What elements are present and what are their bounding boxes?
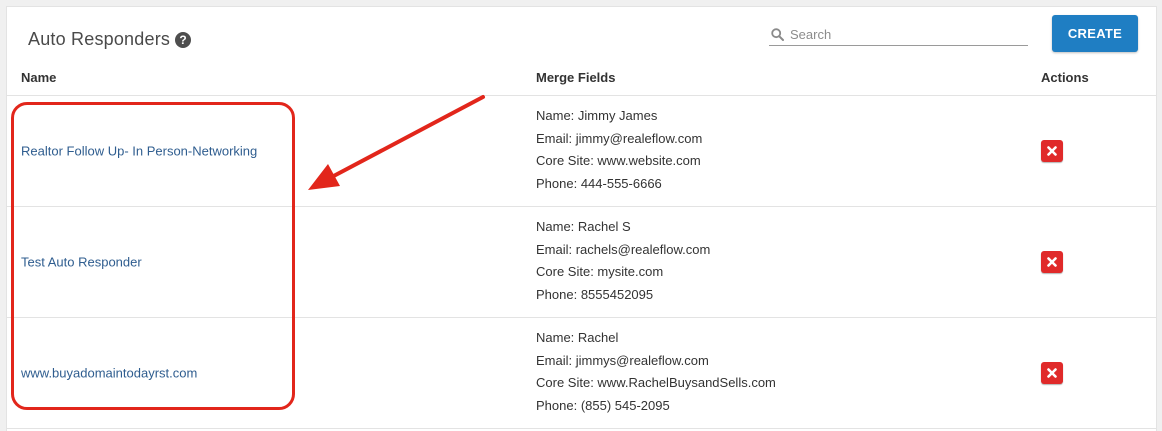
annotation-arrow-icon [308,95,485,190]
